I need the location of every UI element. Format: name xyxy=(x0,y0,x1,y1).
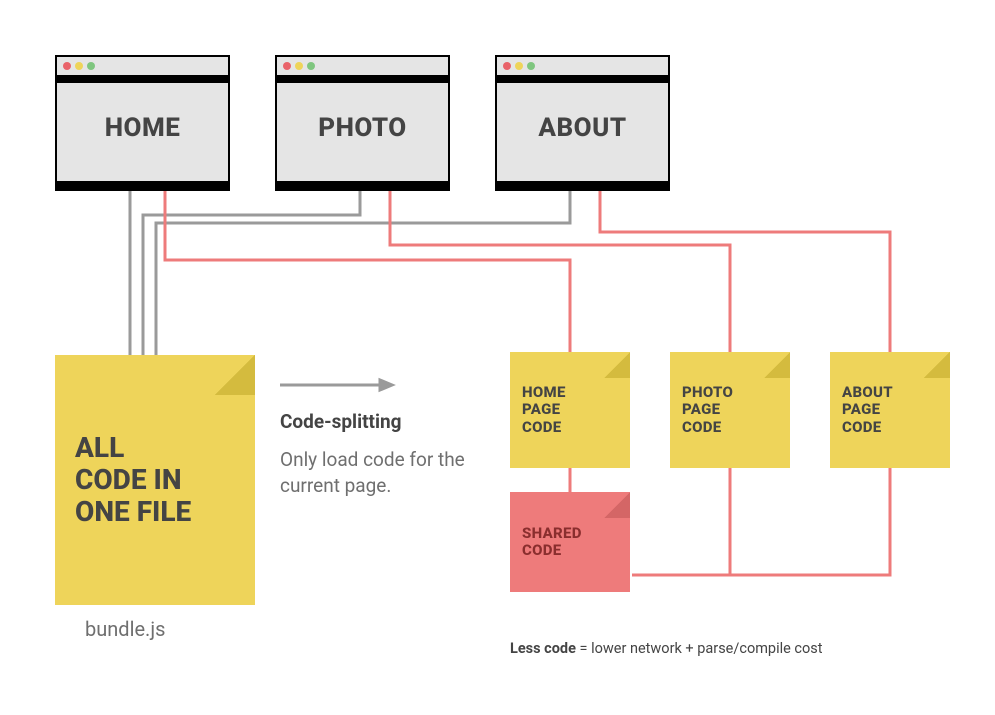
traffic-light-yellow-icon xyxy=(515,62,523,70)
home-page-code-file: HOME PAGE CODE xyxy=(510,352,630,468)
window-title: ABOUT xyxy=(497,75,668,181)
traffic-light-yellow-icon xyxy=(75,62,83,70)
traffic-light-green-icon xyxy=(527,62,535,70)
page-fold-icon xyxy=(764,352,790,378)
traffic-light-red-icon xyxy=(63,62,71,70)
page-fold-icon xyxy=(215,355,255,395)
code-splitting-heading: Code-splitting xyxy=(280,410,500,433)
traffic-light-green-icon xyxy=(87,62,95,70)
window-titlebar xyxy=(497,57,668,75)
middle-explainer: Code-splitting Only load code for the cu… xyxy=(280,410,500,498)
bundle-filename-caption: bundle.js xyxy=(85,617,165,641)
page-fold-icon xyxy=(604,492,630,518)
page-fold-icon xyxy=(924,352,950,378)
window-bottom-bar xyxy=(497,181,668,189)
bundle-file-label: ALL CODE IN ONE FILE xyxy=(55,432,211,529)
about-page-code-file: ABOUT PAGE CODE xyxy=(830,352,950,468)
diagram-canvas: HOME PHOTO ABOUT ALL CODE IN ONE FILE bu… xyxy=(0,0,995,715)
file-label: HOME PAGE CODE xyxy=(510,384,578,436)
traffic-light-yellow-icon xyxy=(295,62,303,70)
code-splitting-body: Only load code for the current page. xyxy=(280,447,500,498)
bottom-note-rest: = lower network + parse/compile cost xyxy=(576,640,823,657)
window-title: PHOTO xyxy=(277,75,448,181)
shared-code-file: SHARED CODE xyxy=(510,492,630,592)
traffic-light-green-icon xyxy=(307,62,315,70)
photo-page-code-file: PHOTO PAGE CODE xyxy=(670,352,790,468)
browser-window-about: ABOUT xyxy=(495,55,670,191)
browser-window-home: HOME xyxy=(55,55,230,191)
window-title: HOME xyxy=(57,75,228,181)
traffic-light-red-icon xyxy=(283,62,291,70)
file-label: SHARED CODE xyxy=(510,525,594,560)
window-titlebar xyxy=(277,57,448,75)
file-label: PHOTO PAGE CODE xyxy=(670,384,745,436)
bundle-file-card: ALL CODE IN ONE FILE xyxy=(55,355,255,605)
page-fold-icon xyxy=(604,352,630,378)
browser-window-photo: PHOTO xyxy=(275,55,450,191)
window-bottom-bar xyxy=(57,181,228,189)
traffic-light-red-icon xyxy=(503,62,511,70)
bottom-note: Less code = lower network + parse/compil… xyxy=(510,640,823,657)
bottom-note-strong: Less code xyxy=(510,640,576,657)
window-titlebar xyxy=(57,57,228,75)
file-label: ABOUT PAGE CODE xyxy=(830,384,905,436)
window-bottom-bar xyxy=(277,181,448,189)
